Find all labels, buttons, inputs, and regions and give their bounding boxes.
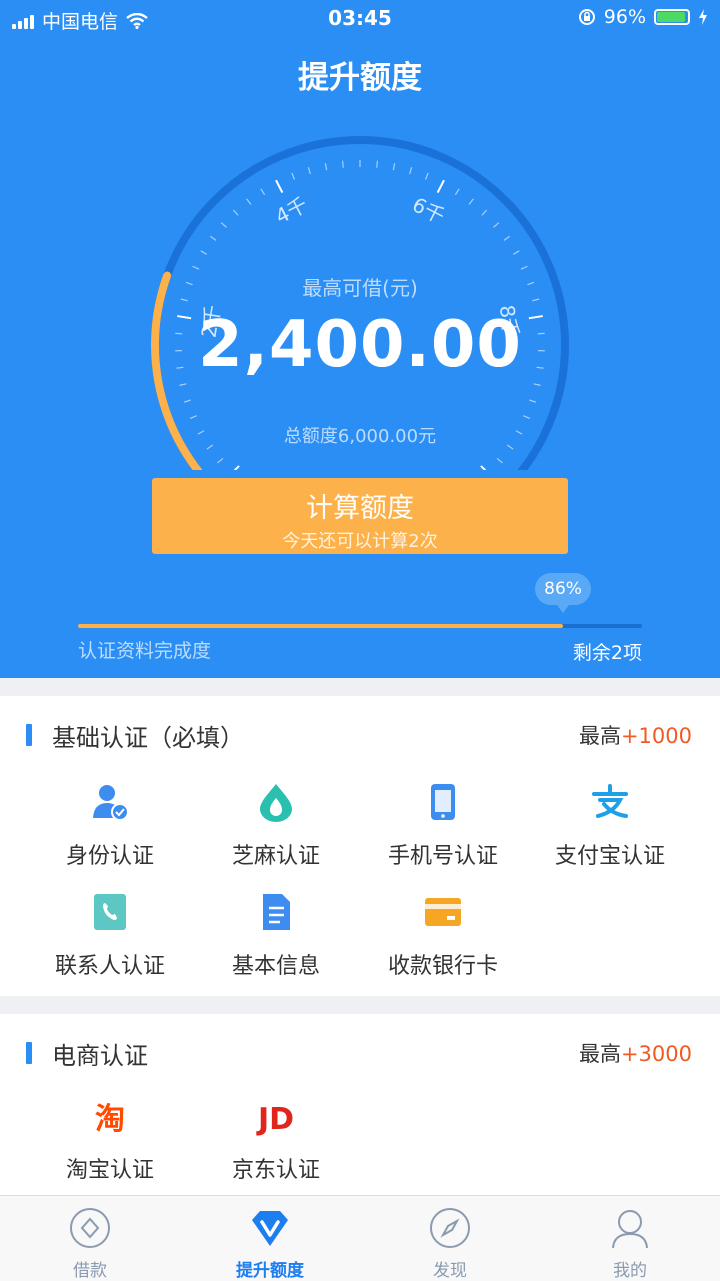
calculate-button-label: 计算额度 [152, 486, 568, 525]
gauge-minor-tick [201, 251, 207, 255]
gauge-tick-label: 4千 [271, 192, 311, 228]
credit-amount: 2,400.00 [0, 308, 720, 382]
calculate-remaining-times: 今天还可以计算2次 [152, 527, 568, 553]
gauge-minor-tick [497, 458, 502, 462]
alipay-icon [590, 782, 630, 822]
gauge-major-tick [276, 180, 282, 192]
gauge-minor-tick [261, 189, 265, 195]
gauge-minor-tick [221, 223, 226, 228]
jd-icon: JD [256, 1100, 296, 1140]
verify-basic-info[interactable]: 基本信息 [191, 892, 361, 980]
compass-icon [428, 1206, 472, 1250]
gauge-minor-tick [193, 266, 199, 269]
tab-bar: 借款 提升额度 发现 我的 [0, 1195, 720, 1281]
verify-sesame[interactable]: 芝麻认证 [191, 782, 361, 870]
gauge-minor-tick [529, 400, 536, 402]
gauge-minor-tick [190, 416, 196, 419]
gauge-major-tick [438, 180, 444, 192]
gauge-minor-tick [410, 167, 412, 174]
taobao-icon: 淘 [90, 1100, 130, 1140]
phone-icon [423, 782, 463, 822]
verify-jd[interactable]: JD 京东认证 [191, 1100, 361, 1184]
gauge-minor-tick [233, 210, 238, 215]
gauge-minor-tick [247, 199, 251, 205]
gauge-minor-tick [521, 266, 527, 269]
verify-taobao[interactable]: 淘 淘宝认证 [25, 1100, 195, 1184]
credit-gauge: 02千4千6千8千1万 [0, 0, 720, 470]
section-title: 基础认证（必填） [52, 718, 244, 753]
profile-progress-fill [78, 624, 563, 628]
section-marker [26, 724, 32, 746]
gauge-minor-tick [469, 199, 473, 205]
section-max-bonus: 最高+1000 [579, 720, 692, 750]
total-credit: 总额度6,000.00元 [0, 422, 720, 448]
section-marker [26, 1042, 32, 1064]
tab-mine[interactable]: 我的 [540, 1196, 720, 1281]
progress-percent-badge: 86% [535, 573, 591, 605]
calculate-credit-button[interactable]: 计算额度 今天还可以计算2次 [152, 478, 568, 554]
progress-remaining: 剩余2项 [573, 638, 642, 665]
gauge-major-tick [229, 466, 239, 470]
tab-discover[interactable]: 发现 [360, 1196, 540, 1281]
gauge-major-tick [481, 466, 491, 470]
id-person-icon [90, 782, 130, 822]
gauge-minor-tick [308, 167, 310, 174]
gauge-minor-tick [504, 236, 510, 240]
gauge-minor-tick [426, 173, 429, 180]
gauge-minor-tick [179, 384, 186, 386]
hero-section: 中国电信 03:45 96% 提升额度 02千4千6千8千1万 最高可借(元) … [0, 0, 720, 678]
ecommerce-verification-card: 电商认证 最高+3000 淘 淘宝认证 JD 京东认证 [0, 1014, 720, 1195]
section-max-bonus: 最高+3000 [579, 1038, 692, 1068]
gauge-minor-tick [343, 161, 344, 168]
gauge-minor-tick [393, 163, 394, 170]
v-diamond-icon [248, 1206, 292, 1250]
verify-contacts[interactable]: 联系人认证 [25, 892, 195, 980]
gauge-minor-tick [210, 236, 216, 240]
verify-bank-card[interactable]: 收款银行卡 [358, 892, 528, 980]
gauge-minor-tick [217, 458, 222, 462]
tab-loan[interactable]: 借款 [0, 1196, 180, 1281]
loan-coin-icon [68, 1206, 112, 1250]
profile-icon [608, 1206, 652, 1250]
verify-phone[interactable]: 手机号认证 [358, 782, 528, 870]
section-title: 电商认证 [52, 1036, 148, 1071]
gauge-tick-label: 6千 [409, 192, 449, 228]
profile-progress-bar [78, 624, 642, 628]
gauge-minor-tick [292, 173, 295, 180]
basic-verification-card: 基础认证（必填） 最高+1000 身份认证 芝麻认证 手机号认证 支付宝认证 联… [0, 696, 720, 996]
gauge-minor-tick [377, 161, 378, 168]
gauge-minor-tick [184, 400, 191, 402]
gauge-minor-tick [523, 416, 529, 419]
verify-alipay[interactable]: 支付宝认证 [525, 782, 695, 870]
document-icon [256, 892, 296, 932]
gauge-minor-tick [482, 210, 487, 215]
gauge-minor-tick [455, 189, 459, 195]
sesame-drop-icon [256, 782, 296, 822]
gauge-minor-tick [534, 384, 541, 386]
gauge-caption: 最高可借(元) [0, 272, 720, 301]
bank-card-icon [423, 892, 463, 932]
contact-phone-icon [90, 892, 130, 932]
gauge-minor-tick [325, 163, 326, 170]
progress-label: 认证资料完成度 [78, 636, 211, 663]
gauge-minor-tick [494, 223, 499, 228]
gauge-minor-tick [513, 251, 519, 255]
verify-identity[interactable]: 身份认证 [25, 782, 195, 870]
tab-raise-credit[interactable]: 提升额度 [180, 1196, 360, 1281]
